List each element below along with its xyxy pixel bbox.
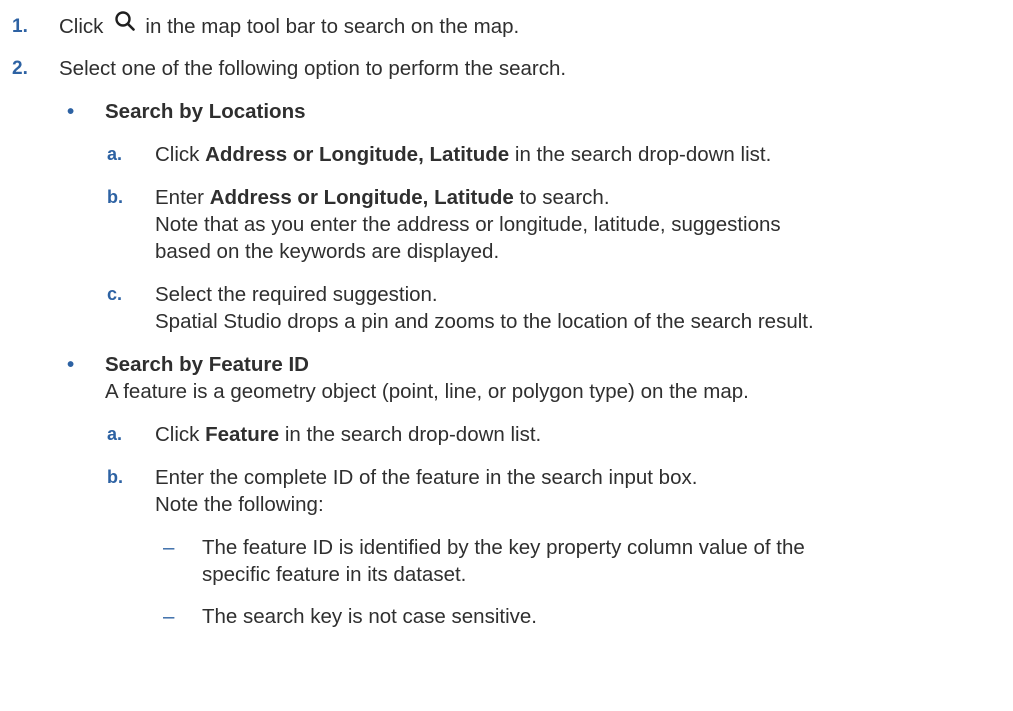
step-1-after: in the map tool bar to search on the map… bbox=[145, 15, 520, 38]
step-number: 1. bbox=[12, 16, 28, 37]
bullet-marker: • bbox=[67, 100, 75, 123]
text-pre: Enter bbox=[155, 186, 210, 209]
feature-note-1-line-2: specific feature in its dataset. bbox=[202, 563, 467, 586]
feature-description: A feature is a geometry object (point, l… bbox=[105, 380, 749, 403]
note-text: The search key is not case sensitive. bbox=[202, 605, 537, 628]
substep-text: Click Address or Longitude, Latitude in … bbox=[155, 141, 771, 168]
substep-letter: b. bbox=[107, 187, 123, 207]
locations-substep-b-note-1: Note that as you enter the address or lo… bbox=[155, 213, 781, 236]
step-1-before: Click bbox=[59, 15, 104, 38]
search-icon bbox=[107, 11, 141, 35]
document-page: { "steps": [ { "number": "1.", "before":… bbox=[0, 0, 1013, 711]
step-2-text: Select one of the following option to pe… bbox=[59, 57, 567, 80]
text-pre: Click bbox=[155, 423, 206, 446]
bullet-title: Search by Feature ID bbox=[105, 353, 309, 376]
step-number: 2. bbox=[12, 58, 28, 79]
substep-letter: c. bbox=[107, 284, 123, 304]
text-pre: Click bbox=[155, 143, 206, 166]
substep-text: Click Feature in the search drop-down li… bbox=[155, 421, 541, 448]
text-bold: Address or Longitude, Latitude bbox=[205, 143, 510, 166]
feature-substep-b-line-2: Note the following: bbox=[155, 493, 324, 516]
locations-substep-c-line-2: Spatial Studio drops a pin and zooms to … bbox=[155, 310, 814, 333]
text-post: in the search drop-down list. bbox=[509, 143, 772, 166]
text-post: in the search drop-down list. bbox=[279, 423, 542, 446]
substep-text: Enter the complete ID of the feature in … bbox=[155, 466, 698, 489]
note-marker: – bbox=[163, 536, 175, 559]
text-bold: Feature bbox=[205, 423, 280, 446]
note-marker: – bbox=[163, 605, 175, 628]
text-bold: Address or Longitude, Latitude bbox=[209, 186, 514, 209]
bullet-title: Search by Locations bbox=[105, 100, 306, 123]
step-1-text: Click in the map tool bar to search on th… bbox=[59, 11, 520, 40]
substep-text: Select the required suggestion. bbox=[155, 283, 438, 306]
text-post: to search. bbox=[513, 186, 610, 209]
locations-substep-b-note-2: based on the keywords are displayed. bbox=[155, 240, 500, 263]
substep-letter: a. bbox=[107, 144, 123, 164]
note-text: The feature ID is identified by the key … bbox=[202, 536, 805, 559]
substep-letter: b. bbox=[107, 467, 123, 487]
substep-letter: a. bbox=[107, 424, 123, 444]
bullet-marker: • bbox=[67, 353, 75, 376]
substep-text: Enter Address or Longitude, Latitude to … bbox=[155, 184, 610, 211]
